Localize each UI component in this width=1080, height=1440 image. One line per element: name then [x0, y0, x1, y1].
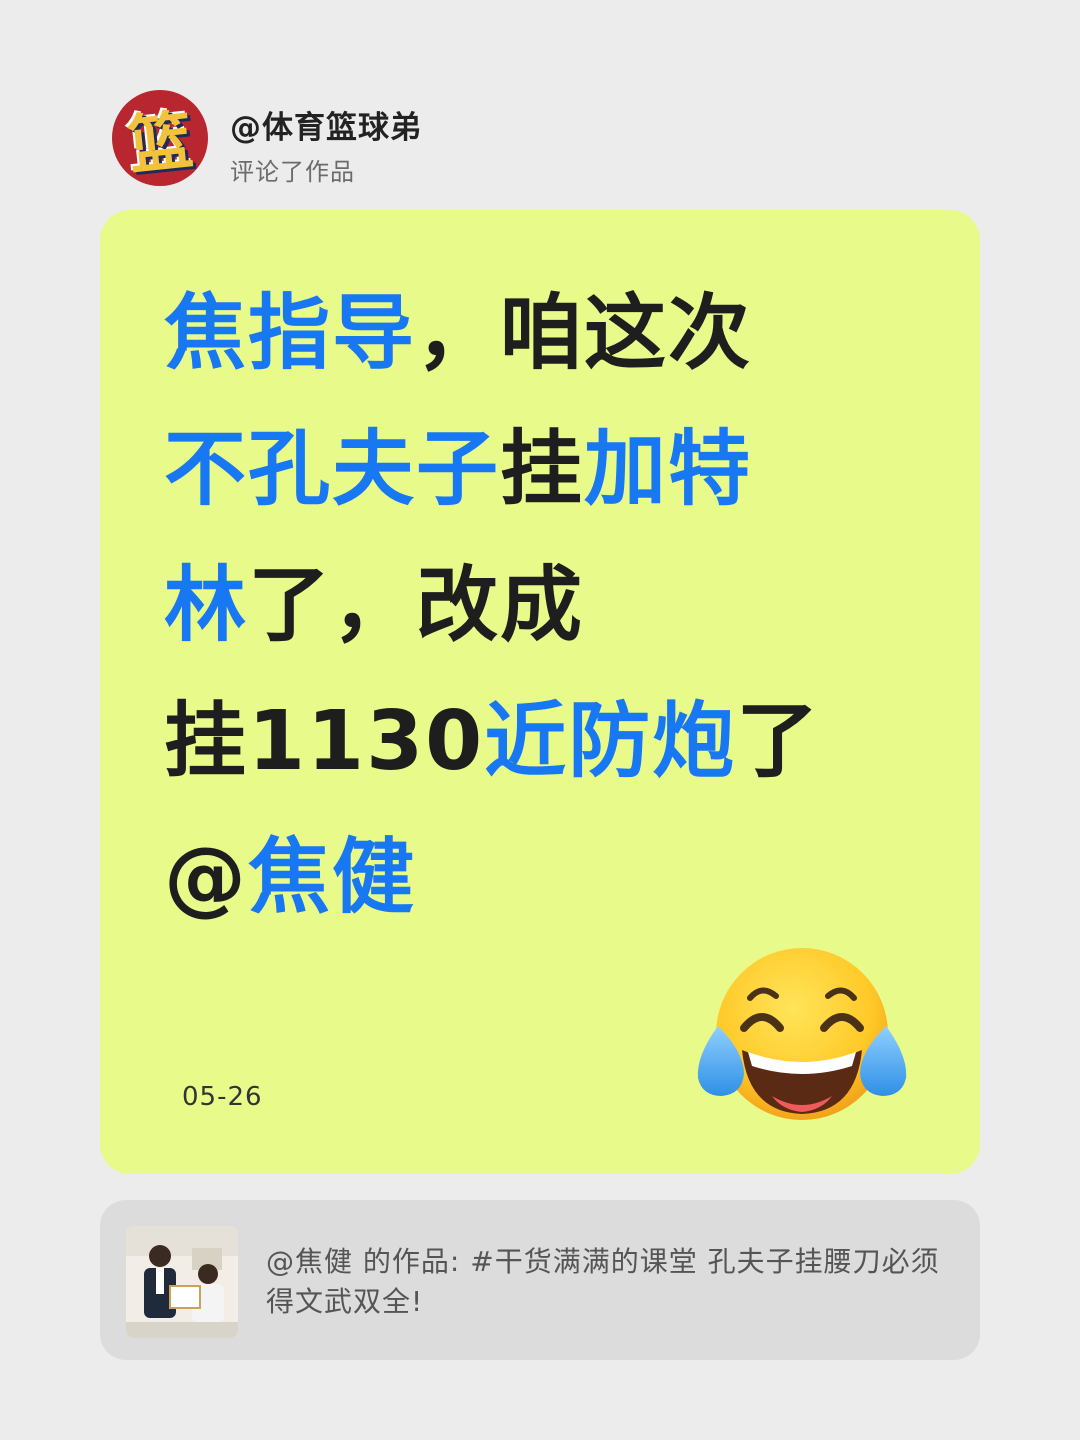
comment-segment: @ — [164, 830, 248, 925]
comment-segment: 焦指导 — [164, 286, 417, 381]
comment-segment: 挂1130 — [164, 694, 485, 789]
comment-line-5: @焦健 — [164, 810, 884, 946]
comment-card: 焦指导，咱这次 不孔夫子挂加特 林了，改成 挂1130近防炮了 @焦健 05-2… — [100, 210, 980, 1174]
comment-line-1: 焦指导，咱这次 — [164, 266, 884, 402]
comment-line-3: 林了，改成 — [164, 538, 884, 674]
work-thumbnail[interactable] — [126, 1226, 238, 1338]
comment-segment: 加特 — [584, 422, 753, 517]
work-reference-card[interactable]: @焦健 的作品: #干货满满的课堂 孔夫子挂腰刀必须得文武双全! — [100, 1200, 980, 1360]
tears-of-joy-icon — [697, 948, 907, 1120]
comment-segment: ，咱这次 — [416, 286, 753, 381]
comment-segment: 林 — [164, 558, 249, 653]
photo-image-icon — [126, 1226, 238, 1338]
comment-segment: 了，改成 — [248, 558, 585, 653]
comment-text: 焦指导，咱这次 不孔夫子挂加特 林了，改成 挂1130近防炮了 @焦健 — [164, 266, 884, 946]
avatar-logo-icon: 篮 — [124, 103, 197, 185]
username[interactable]: @体育篮球弟 — [230, 102, 422, 147]
work-description[interactable]: @焦健 的作品: #干货满满的课堂 孔夫子挂腰刀必须得文武双全! — [266, 1242, 956, 1322]
comment-line-4: 挂1130近防炮了 — [164, 674, 884, 810]
action-text: 评论了作品 — [230, 158, 355, 186]
comment-segment: 不孔夫子 — [164, 422, 501, 517]
page: 篮 @体育篮球弟 评论了作品 焦指导，咱这次 不孔夫子挂加特 林了，改成 挂11… — [0, 0, 1080, 1440]
mention-link[interactable]: 焦健 — [248, 830, 416, 925]
comment-segment: 挂 — [500, 422, 585, 517]
comment-line-2: 不孔夫子挂加特 — [164, 402, 884, 538]
comment-segment: 近防炮 — [484, 694, 737, 789]
comment-date: 05-26 — [182, 1082, 263, 1112]
comment-segment: 了 — [736, 694, 821, 789]
avatar[interactable]: 篮 — [112, 90, 208, 186]
